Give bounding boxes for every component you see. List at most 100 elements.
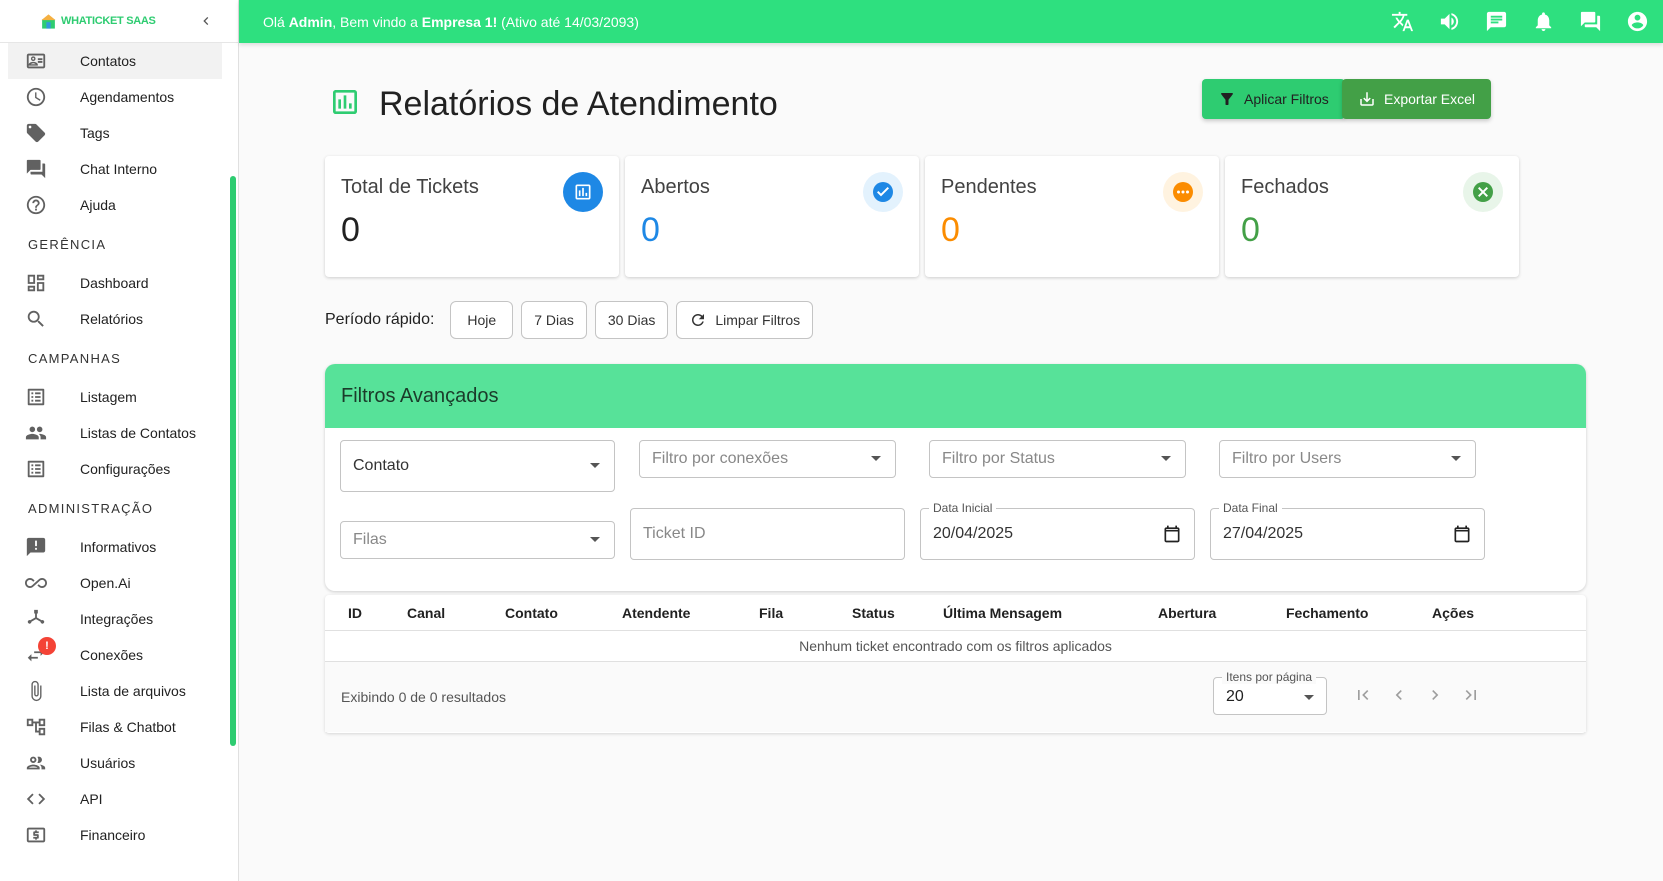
- cancel-icon: [1463, 172, 1503, 212]
- sidebar-item-api[interactable]: API: [0, 781, 222, 817]
- col-acoes[interactable]: Ações: [1432, 605, 1474, 621]
- last-page-button[interactable]: [1459, 683, 1483, 707]
- per-page-value: 20: [1226, 688, 1244, 705]
- data-final-value: 27/04/2025: [1223, 525, 1304, 542]
- sidebar-item-label: Relatórios: [80, 311, 144, 327]
- collapse-sidebar-button[interactable]: [196, 11, 216, 31]
- card-pendentes: Pendentes 0: [925, 156, 1219, 277]
- pending-icon: [1163, 172, 1203, 212]
- sidebar-item-agendamentos[interactable]: Agendamentos: [0, 79, 222, 115]
- sidebar-item-conexoes[interactable]: ! Conexões: [0, 637, 222, 673]
- sidebar-item-lista-arquivos[interactable]: Lista de arquivos: [0, 673, 222, 709]
- col-status[interactable]: Status: [852, 605, 895, 621]
- sidebar-item-dashboard[interactable]: Dashboard: [0, 265, 222, 301]
- sidebar-item-usuarios[interactable]: Usuários: [0, 745, 222, 781]
- sidebar-item-listas-contatos[interactable]: Listas de Contatos: [0, 415, 222, 451]
- col-fechamento[interactable]: Fechamento: [1286, 605, 1368, 621]
- prev-page-button[interactable]: [1387, 683, 1411, 707]
- card-value: 0: [341, 211, 360, 249]
- col-id[interactable]: ID: [348, 605, 362, 621]
- calendar-icon[interactable]: [1452, 524, 1472, 549]
- first-page-button[interactable]: [1351, 683, 1375, 707]
- sidebar-item-label: Tags: [80, 125, 110, 141]
- forum-icon: [1580, 11, 1601, 32]
- chevron-down-icon: [590, 537, 600, 542]
- search-icon: [24, 307, 48, 331]
- sidebar-header: WHATICKET SAAS: [0, 0, 238, 43]
- per-page-select[interactable]: Itens por página 20: [1213, 670, 1327, 715]
- data-inicial-input[interactable]: Data Inicial 20/04/2025: [920, 501, 1195, 560]
- refresh-icon: [692, 314, 705, 326]
- section-title-campaigns: CAMPANHAS: [28, 350, 122, 366]
- sidebar-scrollbar[interactable]: [230, 176, 236, 746]
- notifications-button[interactable]: [1530, 8, 1557, 35]
- advanced-filters-panel: Filtros Avançados Contato Filtro por con…: [325, 364, 1586, 591]
- col-abertura[interactable]: Abertura: [1158, 605, 1216, 621]
- account-button[interactable]: [1624, 8, 1651, 35]
- col-ultima-mensagem[interactable]: Última Mensagem: [943, 605, 1062, 621]
- col-contato[interactable]: Contato: [505, 605, 558, 621]
- bell-icon: [1535, 12, 1552, 32]
- users-select[interactable]: Filtro por Users: [1219, 440, 1476, 478]
- logo-icon: [41, 13, 56, 29]
- sidebar-item-integracoes[interactable]: Integrações: [0, 601, 222, 637]
- tag-icon: [24, 121, 48, 145]
- first-page-icon: [1358, 690, 1369, 700]
- seven-days-button[interactable]: 7 Dias: [521, 301, 587, 339]
- sidebar-item-financeiro[interactable]: Financeiro: [0, 817, 222, 853]
- sidebar-item-ajuda[interactable]: Ajuda: [0, 187, 222, 223]
- data-final-input[interactable]: Data Final 27/04/2025: [1210, 501, 1485, 560]
- chat-button[interactable]: [1483, 8, 1510, 35]
- next-page-button[interactable]: [1423, 683, 1447, 707]
- table-footer: Exibindo 0 de 0 resultados Itens por pág…: [325, 662, 1586, 732]
- col-atendente[interactable]: Atendente: [622, 605, 690, 621]
- thirty-days-button[interactable]: 30 Dias: [594, 301, 669, 339]
- page-title: Relatórios de Atendimento: [379, 85, 778, 123]
- sidebar-item-listagem[interactable]: Listagem: [0, 379, 222, 415]
- chevron-left-icon: [1395, 690, 1402, 700]
- card-abertos: Abertos 0: [625, 156, 919, 277]
- sidebar-item-label: Filas & Chatbot: [80, 719, 176, 735]
- forum-button[interactable]: [1577, 8, 1604, 35]
- download-icon: [1360, 92, 1374, 106]
- chart-icon: [563, 172, 603, 212]
- card-label: Fechados: [1241, 176, 1329, 198]
- filas-select[interactable]: Filas: [340, 521, 615, 559]
- conexoes-select-placeholder: Filtro por conexões: [652, 450, 789, 467]
- sidebar-item-configuracoes[interactable]: Configurações: [0, 451, 222, 487]
- contato-select[interactable]: Contato: [340, 440, 615, 492]
- sidebar-item-contatos[interactable]: Contatos: [8, 43, 222, 79]
- sidebar-item-informativos[interactable]: Informativos: [0, 529, 222, 565]
- filter-icon: [1221, 93, 1233, 105]
- sidebar-item-tags[interactable]: Tags: [0, 115, 222, 151]
- notification-badge: !: [38, 637, 56, 655]
- col-fila[interactable]: Fila: [759, 605, 783, 621]
- sidebar-item-label: Informativos: [80, 539, 157, 555]
- translate-button[interactable]: [1389, 8, 1416, 35]
- card-value: 0: [941, 211, 960, 249]
- sidebar-item-filas-chatbot[interactable]: Filas & Chatbot: [0, 709, 222, 745]
- advanced-filters-title: Filtros Avançados: [325, 364, 1586, 428]
- conexoes-select[interactable]: Filtro por conexões: [639, 440, 896, 478]
- sync-icon: !: [24, 637, 56, 667]
- chevron-left-icon: [203, 17, 209, 25]
- calendar-icon[interactable]: [1162, 524, 1182, 549]
- app-logo: WHATICKET SAAS: [40, 13, 156, 30]
- ticket-id-input[interactable]: Ticket ID: [630, 508, 905, 560]
- sidebar-item-chat-interno[interactable]: Chat Interno: [0, 151, 222, 187]
- apply-filters-button[interactable]: Aplicar Filtros: [1202, 79, 1345, 119]
- col-canal[interactable]: Canal: [407, 605, 445, 621]
- hub-icon: [24, 607, 48, 631]
- top-bar: Olá Admin, Bem vindo a Empresa 1! (Ativo…: [239, 0, 1663, 43]
- volume-button[interactable]: [1436, 8, 1463, 35]
- status-select[interactable]: Filtro por Status: [929, 440, 1186, 478]
- today-button[interactable]: Hoje: [450, 301, 514, 339]
- tickets-table: ID Canal Contato Atendente Fila Status Ú…: [325, 595, 1586, 733]
- sidebar-item-relatorios[interactable]: Relatórios: [0, 301, 222, 337]
- sidebar-item-label: Configurações: [80, 461, 171, 477]
- card-value: 0: [1241, 211, 1260, 249]
- sidebar-item-openai[interactable]: Open.Ai: [0, 565, 222, 601]
- export-excel-button[interactable]: Exportar Excel: [1342, 79, 1492, 119]
- users-select-placeholder: Filtro por Users: [1232, 450, 1342, 467]
- clear-filters-button[interactable]: Limpar Filtros: [676, 301, 814, 339]
